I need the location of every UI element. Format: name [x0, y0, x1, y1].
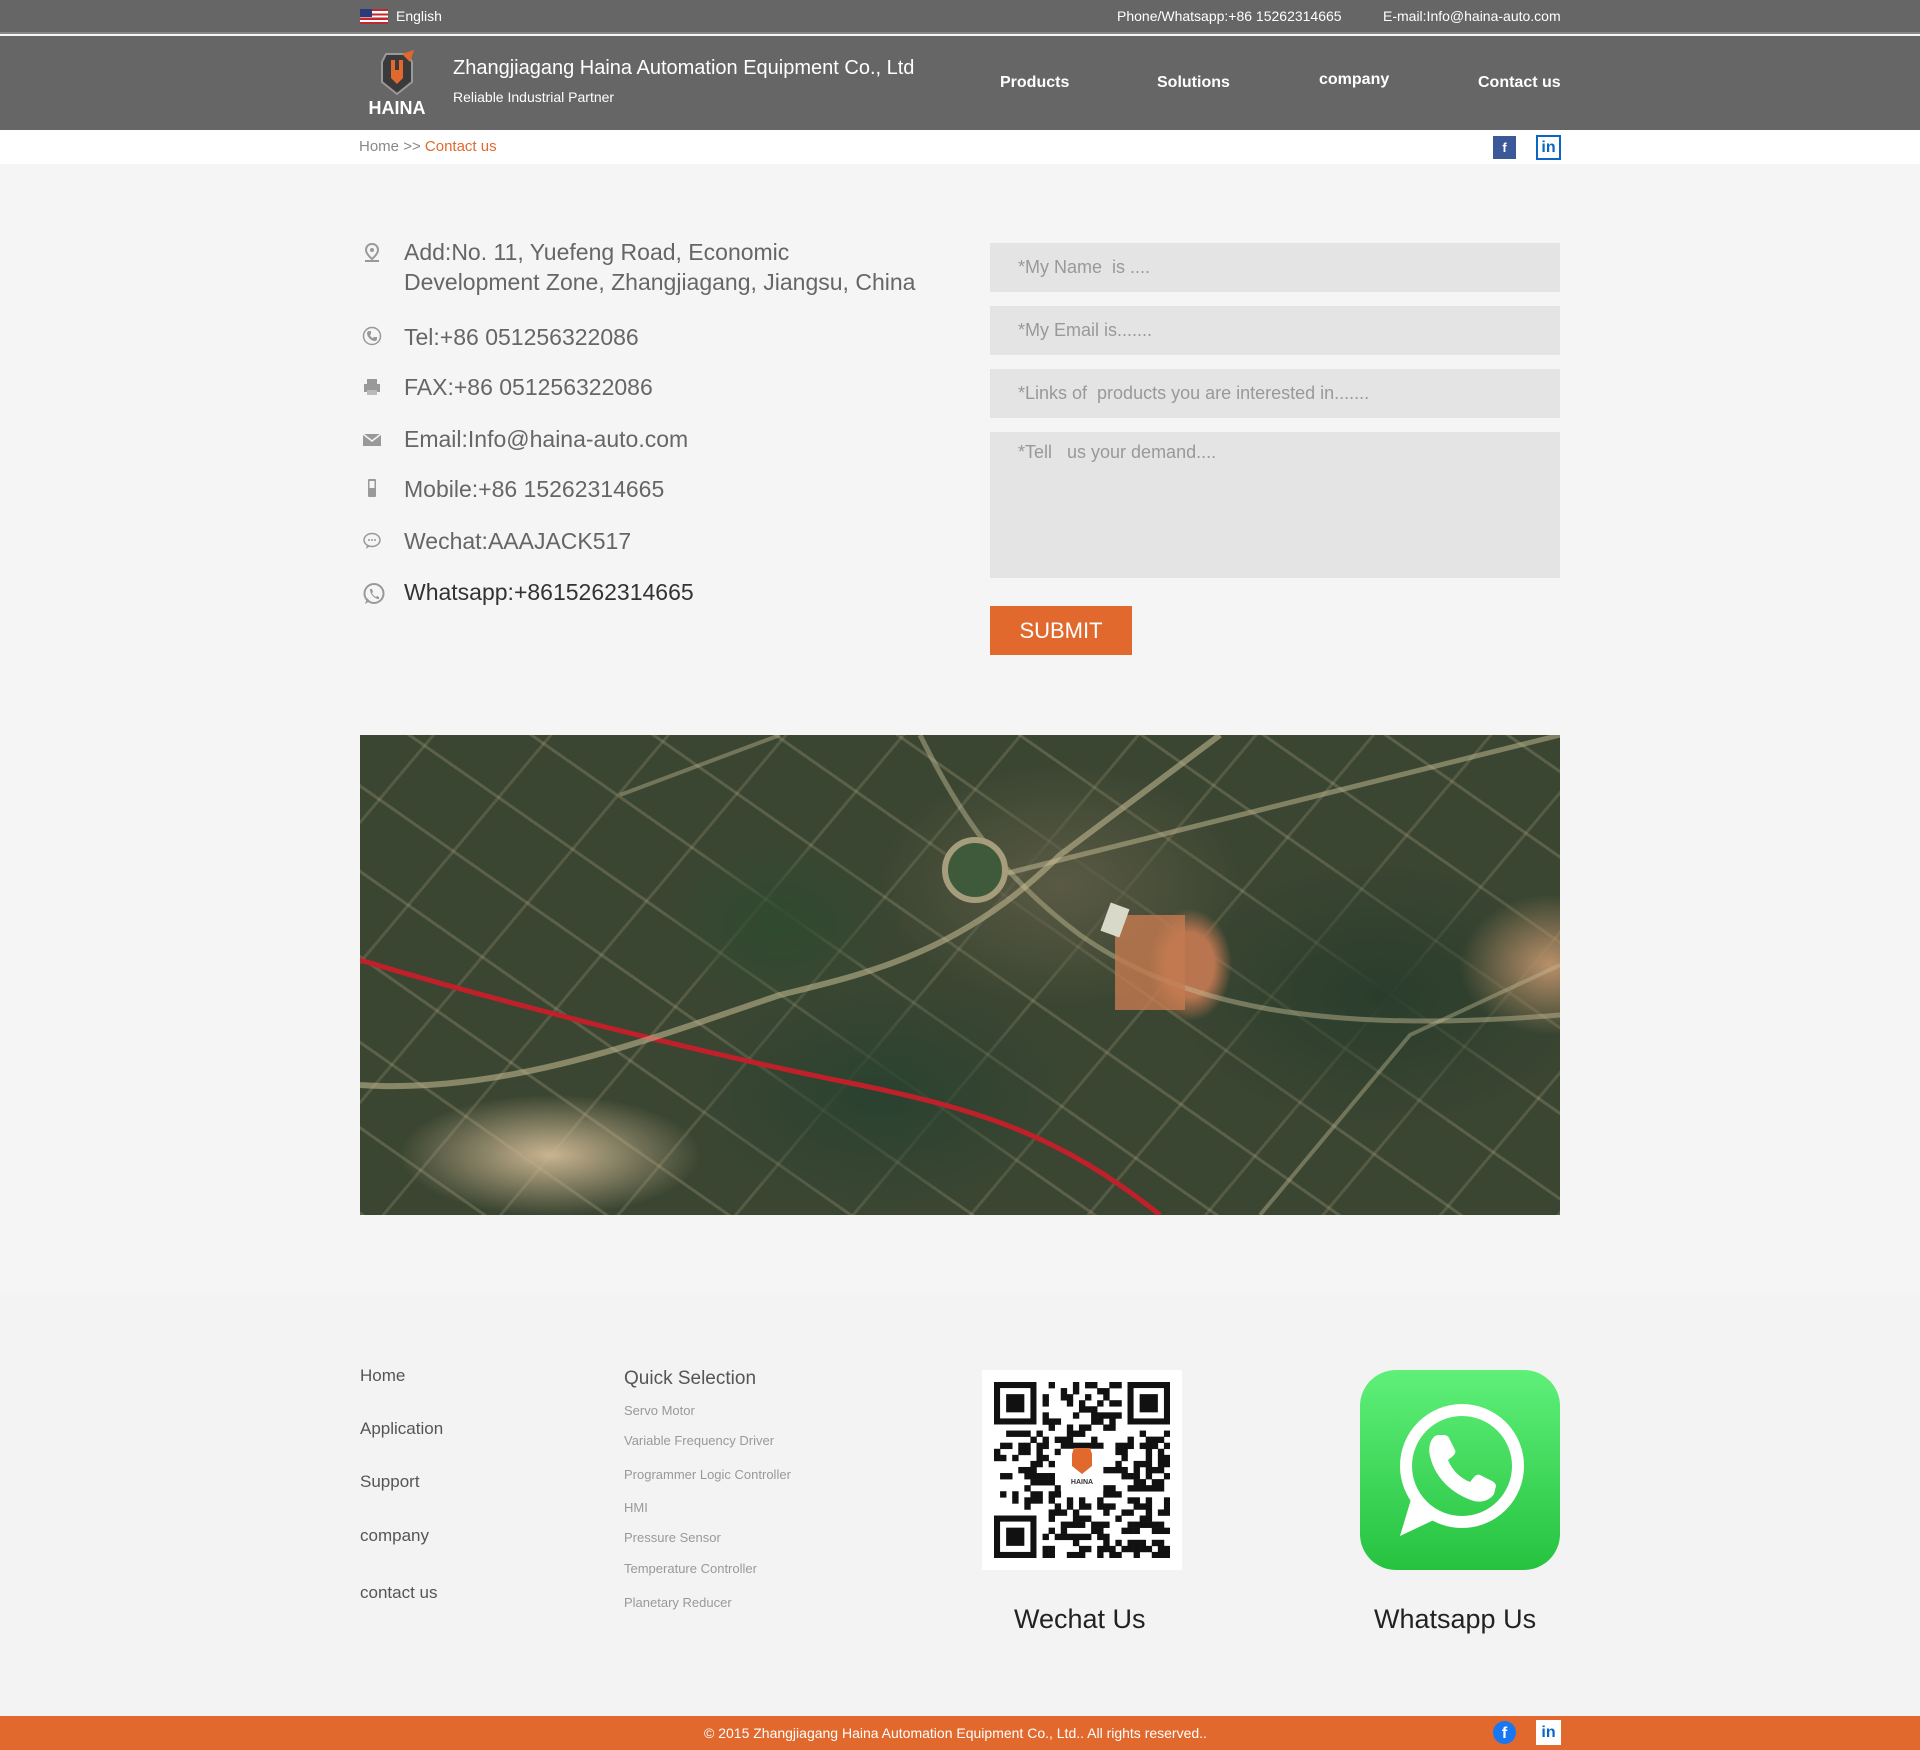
phone-icon	[362, 326, 382, 346]
contact-email[interactable]: Email:Info@haina-auto.com	[404, 424, 688, 454]
whatsapp: Whatsapp:+8615262314665	[404, 579, 694, 605]
wechat: Wechat:AAAJACK517	[404, 528, 632, 554]
linkedin-icon[interactable]: in	[1536, 135, 1561, 160]
tel: Tel:+86 051256322086	[404, 324, 639, 350]
copyright-bar: © 2015 Zhangjiagang Haina Automation Equ…	[0, 1716, 1920, 1750]
whatsapp-small-icon	[363, 583, 385, 604]
qr-code-icon: HAINA	[994, 1382, 1170, 1558]
wechat-us-label: Wechat Us	[1014, 1604, 1146, 1634]
top-phone: Phone/Whatsapp:+86 15262314665	[1117, 8, 1342, 24]
footer-link-home[interactable]: Home	[360, 1366, 405, 1386]
breadcrumb-separator: >>	[403, 138, 421, 155]
wechat-icon	[363, 532, 381, 549]
whatsapp-logo-icon	[1400, 1404, 1524, 1536]
linkedin-footer-icon[interactable]: in	[1536, 1720, 1561, 1745]
name-input[interactable]	[990, 243, 1560, 292]
location-pin-icon	[364, 243, 380, 262]
wechat-qr-code: HAINA	[982, 1370, 1182, 1570]
fax-icon	[364, 379, 380, 395]
quick-link-servo-motor[interactable]: Servo Motor	[624, 1403, 695, 1418]
fax: FAX:+86 051256322086	[404, 374, 653, 400]
copyright-text: © 2015 Zhangjiagang Haina Automation Equ…	[704, 1725, 1207, 1741]
product-links-input[interactable]	[990, 369, 1560, 418]
satellite-map[interactable]	[360, 735, 1560, 1215]
quick-link-planetary-reducer[interactable]: Planetary Reducer	[624, 1595, 732, 1610]
language-label: English	[396, 8, 442, 24]
map-overlay	[360, 735, 1560, 1215]
top-email[interactable]: E-mail:Info@haina-auto.com	[1383, 8, 1561, 24]
nav-contact-us[interactable]: Contact us	[1478, 74, 1561, 92]
footer	[0, 1292, 1920, 1716]
whatsapp-button[interactable]	[1360, 1370, 1560, 1570]
facebook-footer-icon[interactable]: f	[1493, 1721, 1516, 1744]
address: Add:No. 11, Yuefeng Road, Economic Devel…	[404, 237, 915, 297]
top-bar: English Phone/Whatsapp:+86 15262314665 E…	[0, 0, 1920, 34]
whatsapp-us-label: Whatsapp Us	[1374, 1604, 1537, 1634]
mobile: Mobile:+86 15262314665	[404, 476, 665, 502]
quick-link-hmi[interactable]: HMI	[624, 1500, 648, 1515]
footer-link-company[interactable]: company	[360, 1526, 429, 1546]
company-name: Zhangjiagang Haina Automation Equipment …	[453, 57, 915, 79]
nav-products[interactable]: Products	[1000, 74, 1069, 92]
footer-link-support[interactable]: Support	[360, 1472, 420, 1492]
logo-wordmark: HAINA	[369, 98, 426, 118]
language-selector[interactable]: English	[360, 8, 442, 24]
demand-textarea[interactable]	[990, 432, 1560, 578]
haina-logo-icon[interactable]: HAINA	[358, 48, 436, 118]
quick-selection-title: Quick Selection	[624, 1368, 757, 1389]
site-header: HAINA Zhangjiagang Haina Automation Equi…	[0, 36, 1920, 130]
breadcrumb-home[interactable]: Home	[359, 138, 399, 155]
breadcrumb-current: Contact us	[424, 138, 497, 155]
footer-link-contact-us[interactable]: contact us	[360, 1583, 438, 1603]
quick-link-plc[interactable]: Programmer Logic Controller	[624, 1467, 791, 1482]
email-input[interactable]	[990, 306, 1560, 355]
company-tagline: Reliable Industrial Partner	[453, 89, 615, 105]
email-icon	[362, 433, 382, 446]
nav-solutions[interactable]: Solutions	[1157, 74, 1230, 92]
address-line-1: Add:No. 11, Yuefeng Road, Economic	[404, 239, 790, 265]
footer-link-application[interactable]: Application	[360, 1419, 443, 1439]
submit-button[interactable]: SUBMIT	[990, 606, 1132, 655]
mobile-icon	[368, 479, 376, 497]
facebook-icon[interactable]: f	[1493, 136, 1516, 159]
quick-link-vfd[interactable]: Variable Frequency Driver	[624, 1433, 774, 1448]
nav-company[interactable]: company	[1319, 71, 1389, 89]
breadcrumb: Home >> Contact us	[0, 130, 1920, 164]
qr-logo-text: HAINA	[1071, 1479, 1093, 1486]
address-line-2: Development Zone, Zhangjiagang, Jiangsu,…	[404, 269, 916, 295]
us-flag-icon	[360, 8, 388, 24]
quick-link-pressure-sensor[interactable]: Pressure Sensor	[624, 1530, 721, 1545]
quick-link-temperature-controller[interactable]: Temperature Controller	[624, 1561, 757, 1576]
